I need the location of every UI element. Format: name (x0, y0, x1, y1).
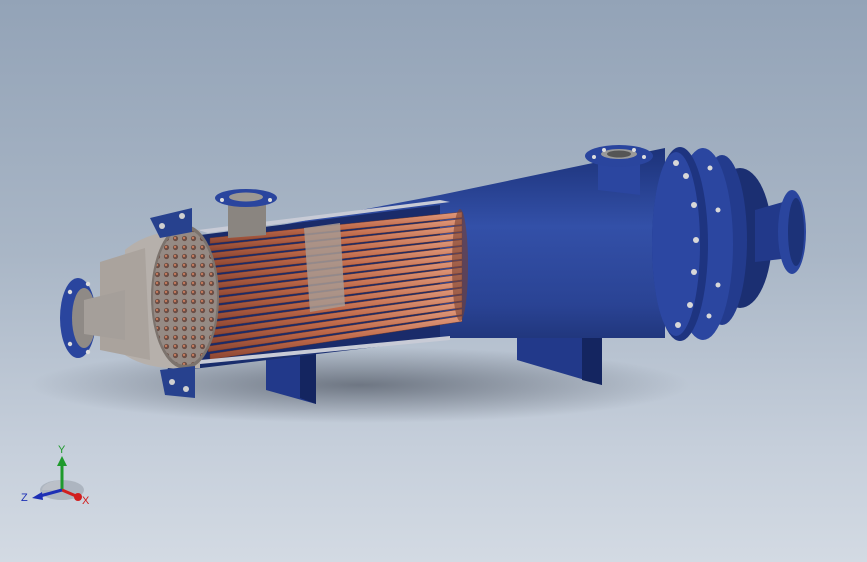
view-orientation-triad[interactable]: Y X Z (18, 438, 98, 518)
z-axis-label: Z (21, 492, 28, 504)
baffle-plate (304, 223, 345, 312)
z-axis-arrow (32, 492, 43, 500)
rear-head (652, 147, 772, 341)
x-axis-end (74, 493, 82, 501)
y-axis-label: Y (58, 444, 66, 456)
tube-ends (452, 209, 468, 321)
heat-exchanger-model[interactable] (0, 0, 867, 562)
front-tubesheet (151, 225, 219, 369)
x-axis-label: X (82, 495, 90, 507)
y-axis-arrow (57, 456, 67, 466)
graphics-viewport[interactable]: Y X Z (0, 0, 867, 562)
